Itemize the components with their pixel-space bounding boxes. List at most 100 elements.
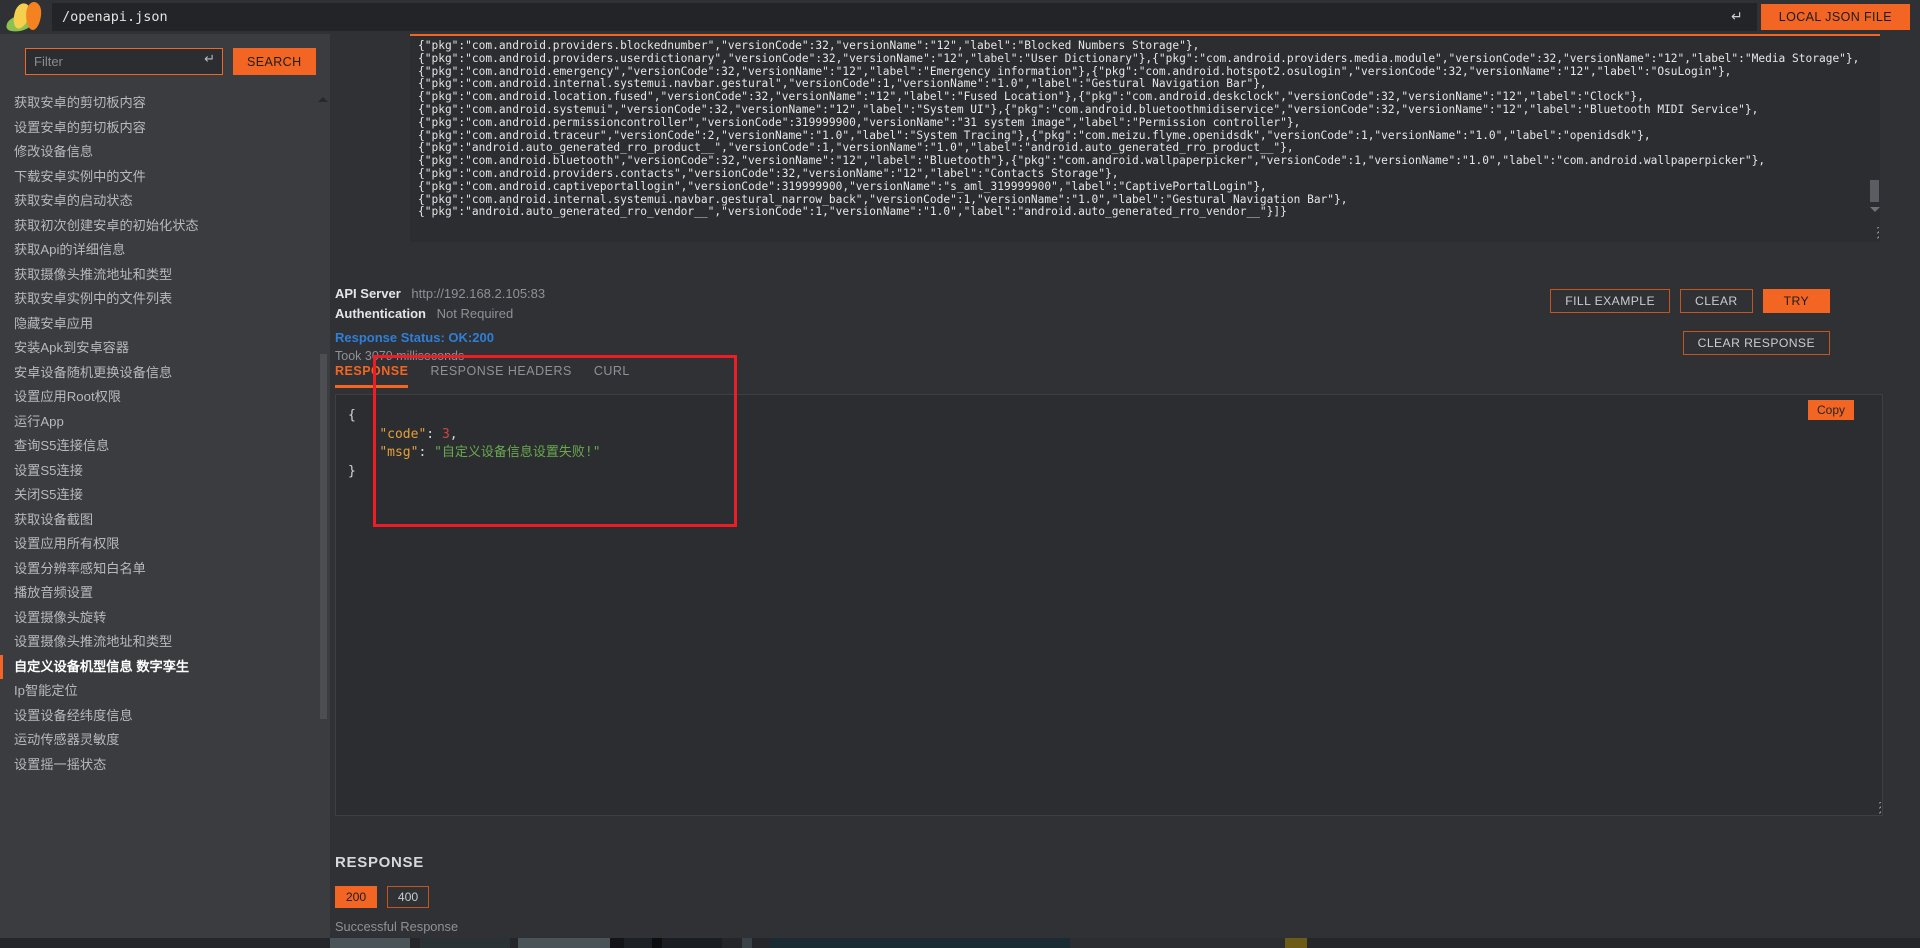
sidebar-scrollbar[interactable] [320, 34, 328, 948]
taskbar-segment[interactable] [518, 938, 610, 948]
sidebar-item[interactable]: 隐藏安卓应用 [0, 312, 330, 337]
response-section-title: RESPONSE [335, 854, 424, 871]
sidebar-item[interactable]: 安卓设备随机更换设备信息 [0, 361, 330, 386]
taskbar-segment[interactable] [420, 938, 510, 948]
url-input[interactable]: /openapi.json ↵ [52, 3, 1757, 31]
response-tab[interactable]: RESPONSE HEADERS [430, 364, 571, 388]
response-body-box: Copy { "code": 3, "msg": "自定义设备信息设置失败!" … [335, 394, 1883, 816]
sidebar-item[interactable]: 安装Apk到安卓容器 [0, 336, 330, 361]
taskbar-segment [510, 938, 518, 948]
sidebar-item[interactable]: 获取安卓的启动状态 [0, 189, 330, 214]
sidebar-item[interactable]: 设置设备经纬度信息 [0, 704, 330, 729]
taskbar-segment [0, 938, 330, 948]
sidebar-nav-list: 获取安卓的剪切板内容设置安卓的剪切板内容修改设备信息下载安卓实例中的文件获取安卓… [0, 91, 330, 777]
sidebar-item[interactable]: 运动传感器灵敏度 [0, 728, 330, 753]
json-msg-value: "自定义设备信息设置失败!" [434, 445, 600, 460]
action-buttons: FILL EXAMPLE CLEAR TRY [1550, 289, 1830, 313]
app-root: /openapi.json ↵ LOCAL JSON FILE ↵ SEARCH… [0, 0, 1920, 948]
response-description: Successful Response [335, 919, 458, 934]
sidebar-item[interactable]: 修改设备信息 [0, 140, 330, 165]
clear-response-button[interactable]: CLEAR RESPONSE [1683, 331, 1830, 355]
scroll-down-arrow-icon[interactable] [1870, 207, 1880, 212]
response-code-chips: 200 400 [335, 886, 429, 908]
request-body-resize-handle[interactable] [1866, 227, 1879, 240]
sidebar-item[interactable]: 设置安卓的剪切板内容 [0, 116, 330, 141]
try-button[interactable]: TRY [1763, 289, 1830, 313]
sidebar-item[interactable]: 获取摄像头推流地址和类型 [0, 263, 330, 288]
sidebar-item[interactable]: 设置应用所有权限 [0, 532, 330, 557]
logo-leaf-orange [25, 2, 42, 31]
sidebar-item[interactable]: 下载安卓实例中的文件 [0, 165, 330, 190]
taskbar-segment [1307, 938, 1920, 948]
json-code-key: "code" [379, 427, 426, 442]
sidebar-item[interactable]: 设置S5连接 [0, 459, 330, 484]
search-button[interactable]: SEARCH [233, 48, 316, 75]
sidebar-item[interactable]: 设置摇一摇状态 [0, 753, 330, 778]
sidebar-item[interactable]: 设置分辨率感知白名单 [0, 557, 330, 582]
json-code-value: 3 [442, 427, 450, 442]
sidebar-item[interactable]: 获取初次创建安卓的初始化状态 [0, 214, 330, 239]
sidebar: ↵ SEARCH 获取安卓的剪切板内容设置安卓的剪切板内容修改设备信息下载安卓实… [0, 34, 330, 948]
fill-example-button[interactable]: FILL EXAMPLE [1550, 289, 1670, 313]
sidebar-item[interactable]: Ip智能定位 [0, 679, 330, 704]
clear-button[interactable]: CLEAR [1680, 289, 1753, 313]
authentication-value: Not Required [437, 306, 514, 321]
taskbar-segment [752, 938, 770, 948]
response-took: Took 3079 milliseconds [335, 349, 464, 363]
authentication-label: Authentication [335, 306, 426, 321]
request-body-textarea[interactable]: {"pkg":"com.android.providers.blockednum… [410, 34, 1880, 242]
sidebar-item[interactable]: 关闭S5连接 [0, 483, 330, 508]
enter-key-icon: ↵ [1731, 9, 1743, 25]
json-msg-key: "msg" [379, 445, 418, 460]
taskbar-segment [722, 938, 742, 948]
sidebar-item[interactable]: 获取安卓的剪切板内容 [0, 91, 330, 116]
filter-input-wrap: ↵ [25, 48, 223, 75]
taskbar-segment[interactable] [662, 938, 722, 948]
status-code-chip[interactable]: 400 [387, 886, 429, 908]
top-bar: /openapi.json ↵ LOCAL JSON FILE [0, 0, 1920, 34]
request-body-scrollbar-thumb[interactable] [1870, 180, 1879, 202]
taskbar-segment [1070, 938, 1285, 948]
api-meta: API Server http://192.168.2.105:83 Authe… [335, 286, 545, 326]
taskbar-segment [652, 938, 662, 948]
taskbar-segment[interactable] [742, 938, 752, 948]
sidebar-item-active[interactable]: 自定义设备机型信息 数字孪生 [0, 655, 330, 680]
authentication-row: Authentication Not Required [335, 306, 545, 321]
sidebar-item[interactable]: 查询S5连接信息 [0, 434, 330, 459]
desktop-taskbar[interactable] [0, 938, 1920, 948]
api-server-label: API Server [335, 286, 401, 301]
taskbar-segment [410, 938, 420, 948]
sidebar-item[interactable]: 设置摄像头旋转 [0, 606, 330, 631]
sidebar-item[interactable]: 获取安卓实例中的文件列表 [0, 287, 330, 312]
taskbar-segment[interactable] [624, 938, 652, 948]
response-status: Response Status: OK:200 [335, 330, 494, 345]
url-text: /openapi.json [62, 9, 168, 25]
taskbar-segment[interactable] [1285, 938, 1307, 948]
taskbar-segment[interactable] [330, 938, 410, 948]
api-server-value: http://192.168.2.105:83 [411, 286, 545, 301]
main-panel: {"pkg":"com.android.providers.blockednum… [330, 34, 1920, 948]
api-server-row: API Server http://192.168.2.105:83 [335, 286, 545, 301]
json-open-brace: { [348, 408, 356, 423]
response-tab[interactable]: CURL [594, 364, 630, 388]
sidebar-item[interactable]: 设置摄像头推流地址和类型 [0, 630, 330, 655]
response-box-resize-handle[interactable] [1868, 802, 1881, 815]
sidebar-item[interactable]: 运行App [0, 410, 330, 435]
local-json-file-button[interactable]: LOCAL JSON FILE [1761, 4, 1910, 30]
taskbar-segment [610, 938, 624, 948]
response-json: { "code": 3, "msg": "自定义设备信息设置失败!" } [348, 407, 1882, 481]
status-code-chip[interactable]: 200 [335, 886, 377, 908]
sidebar-item[interactable]: 获取设备截图 [0, 508, 330, 533]
sidebar-scrollbar-thumb[interactable] [320, 354, 327, 719]
sidebar-item[interactable]: 设置应用Root权限 [0, 385, 330, 410]
sidebar-item[interactable]: 播放音频设置 [0, 581, 330, 606]
response-tabs: RESPONSE RESPONSE HEADERS CURL [335, 364, 630, 388]
app-logo-icon [0, 0, 52, 34]
taskbar-segment[interactable] [770, 938, 1070, 948]
json-close-brace: } [348, 464, 356, 479]
sidebar-item[interactable]: 获取Api的详细信息 [0, 238, 330, 263]
filter-input[interactable] [25, 48, 223, 75]
response-tab[interactable]: RESPONSE [335, 364, 408, 388]
copy-button[interactable]: Copy [1808, 400, 1854, 420]
filter-row: ↵ SEARCH [0, 34, 330, 75]
